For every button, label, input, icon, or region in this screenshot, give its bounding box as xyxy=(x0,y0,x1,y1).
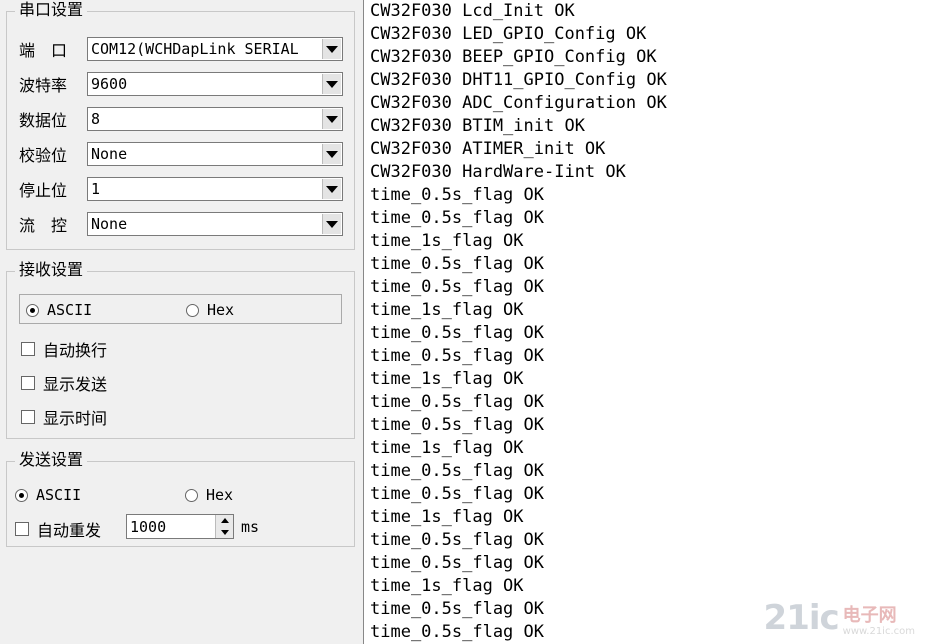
stepper-buttons xyxy=(215,515,233,538)
chevron-down-icon[interactable] xyxy=(322,74,341,94)
output-line: time_0.5s_flag OK xyxy=(370,461,544,481)
output-line: CW32F030 BEEP_GPIO_Config OK xyxy=(370,47,657,67)
output-line: CW32F030 Lcd_Init OK xyxy=(370,1,575,21)
watermark-logo: 21ic xyxy=(763,598,840,638)
watermark: 21ic 电子网 www.21ic.com xyxy=(764,598,915,638)
receive-hex-radio[interactable]: Hex xyxy=(186,301,234,319)
receive-ascii-radio[interactable]: ASCII xyxy=(26,301,92,319)
parity-value: None xyxy=(91,145,128,163)
output-line: time_0.5s_flag OK xyxy=(370,346,544,366)
auto-resend-label: 自动重发 xyxy=(37,521,102,540)
baud-value: 9600 xyxy=(91,75,128,93)
port-label: 端 口 xyxy=(19,41,68,60)
output-line: CW32F030 HardWare-Iint OK xyxy=(370,162,626,182)
output-line: time_0.5s_flag OK xyxy=(370,254,544,274)
output-line: time_0.5s_flag OK xyxy=(370,277,544,297)
databits-select[interactable]: 8 xyxy=(87,107,343,131)
output-line: time_0.5s_flag OK xyxy=(370,530,544,550)
output-line: time_1s_flag OK xyxy=(370,507,524,527)
output-line: time_1s_flag OK xyxy=(370,576,524,596)
auto-wrap-label: 自动换行 xyxy=(43,341,108,360)
output-line: CW32F030 BTIM_init OK xyxy=(370,116,585,136)
baud-select[interactable]: 9600 xyxy=(87,72,343,96)
checkbox-icon xyxy=(21,376,35,390)
port-value: COM12(WCHDapLink SERIAL xyxy=(91,40,299,58)
serial-settings-group: 串口设置 端 口 COM12(WCHDapLink SERIAL 波特率 960… xyxy=(6,0,355,250)
output-line: CW32F030 ATIMER_init OK xyxy=(370,139,606,159)
baud-label: 波特率 xyxy=(19,76,68,95)
send-hex-label: Hex xyxy=(206,486,234,504)
send-settings-title: 发送设置 xyxy=(15,450,88,470)
flowcontrol-value: None xyxy=(91,215,128,233)
resend-interval-stepper[interactable]: 1000 xyxy=(126,514,234,539)
watermark-url: www.21ic.com xyxy=(842,626,915,637)
output-line: CW32F030 LED_GPIO_Config OK xyxy=(370,24,647,44)
checkbox-icon xyxy=(21,410,35,424)
show-sent-checkbox[interactable]: 显示发送 xyxy=(21,371,107,395)
radio-unselected-icon xyxy=(185,488,198,502)
watermark-text: 电子网 www.21ic.com xyxy=(843,606,915,638)
radio-selected-icon xyxy=(26,303,39,317)
show-time-checkbox[interactable]: 显示时间 xyxy=(21,405,107,429)
output-line: time_0.5s_flag OK xyxy=(370,185,544,205)
receive-settings-group: 接收设置 ASCII Hex 自动换行 显示发送 显示时间 xyxy=(6,260,355,439)
parity-label: 校验位 xyxy=(19,146,68,165)
serial-settings-title: 串口设置 xyxy=(15,0,88,20)
output-line: time_0.5s_flag OK xyxy=(370,553,544,573)
receive-hex-label: Hex xyxy=(207,301,235,319)
databits-value: 8 xyxy=(91,110,101,128)
output-line: time_0.5s_flag OK xyxy=(370,208,544,228)
auto-wrap-checkbox[interactable]: 自动换行 xyxy=(21,337,107,361)
databits-row: 数据位 8 xyxy=(19,106,343,132)
chevron-down-icon[interactable] xyxy=(322,39,341,59)
interval-unit-label: ms xyxy=(241,518,260,536)
chevron-up-icon[interactable] xyxy=(216,515,233,527)
checkbox-icon xyxy=(21,342,35,356)
show-sent-label: 显示发送 xyxy=(43,375,108,394)
output-line: time_0.5s_flag OK xyxy=(370,323,544,343)
show-time-label: 显示时间 xyxy=(43,409,108,428)
parity-row: 校验位 None xyxy=(19,141,343,167)
databits-label: 数据位 xyxy=(19,111,68,130)
output-line: time_1s_flag OK xyxy=(370,300,524,320)
radio-selected-icon xyxy=(15,488,28,502)
flowcontrol-select[interactable]: None xyxy=(87,212,343,236)
stopbits-select[interactable]: 1 xyxy=(87,177,343,201)
receive-ascii-label: ASCII xyxy=(47,301,93,319)
output-line: time_0.5s_flag OK xyxy=(370,484,544,504)
receive-mode-box: ASCII Hex xyxy=(19,294,342,324)
radio-unselected-icon xyxy=(186,303,199,317)
send-hex-radio[interactable]: Hex xyxy=(185,486,233,504)
stopbits-row: 停止位 1 xyxy=(19,176,343,202)
resend-interval-value[interactable]: 1000 xyxy=(127,518,215,536)
receive-output-area[interactable]: CW32F030 Lcd_Init OK CW32F030 LED_GPIO_Co… xyxy=(363,0,925,644)
port-row: 端 口 COM12(WCHDapLink SERIAL xyxy=(19,36,343,62)
chevron-down-icon[interactable] xyxy=(322,214,341,234)
output-line: time_0.5s_flag OK xyxy=(370,392,544,412)
receive-settings-title: 接收设置 xyxy=(15,260,88,280)
stopbits-label: 停止位 xyxy=(19,181,68,200)
chevron-down-icon[interactable] xyxy=(322,179,341,199)
chevron-down-icon[interactable] xyxy=(322,109,341,129)
parity-select[interactable]: None xyxy=(87,142,343,166)
send-ascii-radio[interactable]: ASCII xyxy=(15,486,81,504)
chevron-down-icon[interactable] xyxy=(216,526,233,538)
flowcontrol-row: 流 控 None xyxy=(19,211,343,237)
checkbox-icon xyxy=(15,522,29,536)
baud-row: 波特率 9600 xyxy=(19,71,343,97)
stopbits-value: 1 xyxy=(91,180,101,198)
send-ascii-label: ASCII xyxy=(36,486,82,504)
chevron-down-icon[interactable] xyxy=(322,144,341,164)
output-lines: CW32F030 Lcd_Init OK CW32F030 LED_GPIO_Co… xyxy=(364,0,925,644)
output-line: time_1s_flag OK xyxy=(370,438,524,458)
output-line: time_1s_flag OK xyxy=(370,369,524,389)
flowcontrol-label: 流 控 xyxy=(19,216,68,235)
output-line: CW32F030 ADC_Configuration OK xyxy=(370,93,667,113)
port-select[interactable]: COM12(WCHDapLink SERIAL xyxy=(87,37,343,61)
watermark-cn: 电子网 xyxy=(842,605,897,626)
output-line: CW32F030 DHT11_GPIO_Config OK xyxy=(370,70,667,90)
output-line: time_0.5s_flag OK xyxy=(370,415,544,435)
auto-resend-checkbox[interactable]: 自动重发 xyxy=(15,517,101,541)
output-line: time_1s_flag OK xyxy=(370,231,524,251)
